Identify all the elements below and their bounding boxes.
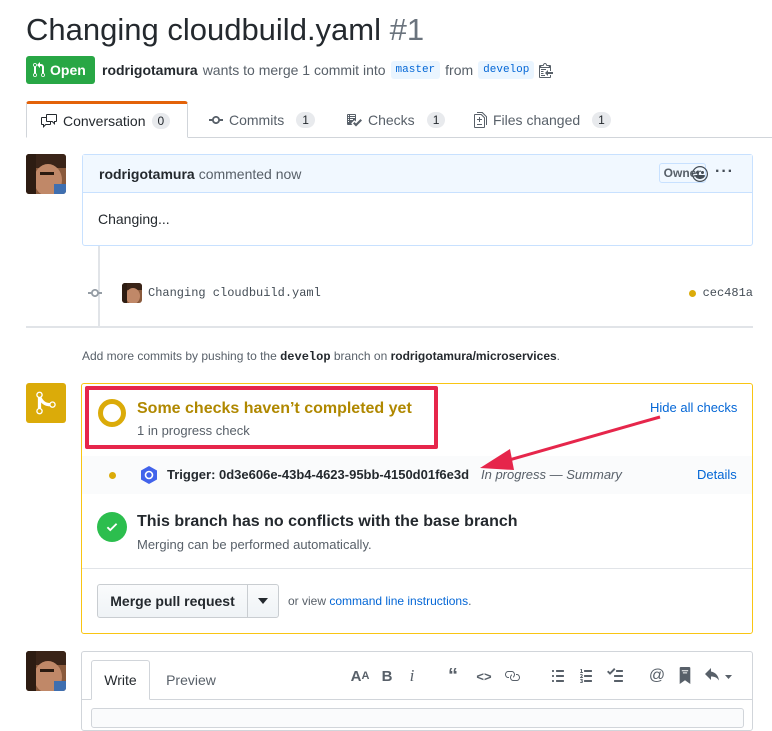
merge-summary: rodrigotamura wants to merge 1 commit in…: [102, 61, 554, 79]
push-hint-prefix: Add more commits by pushing to the: [82, 349, 277, 363]
cli-hint: or view command line instructions.: [288, 594, 471, 608]
annotation-arrow-icon: [480, 415, 661, 470]
task-list-icon[interactable]: [606, 668, 624, 684]
pr-author-link[interactable]: rodrigotamura: [102, 62, 198, 78]
comment-body: Changing...: [98, 211, 170, 227]
git-commit-icon: [88, 289, 102, 297]
merge-box-divider: [82, 568, 752, 569]
italic-icon[interactable]: i: [405, 666, 419, 686]
avatar[interactable]: [26, 154, 66, 194]
current-user-avatar[interactable]: [26, 651, 66, 691]
commit-row: Changing cloudbuild.yaml cec481a: [88, 282, 753, 304]
cli-instructions-link[interactable]: command line instructions: [329, 594, 468, 608]
push-hint: Add more commits by pushing to the devel…: [82, 349, 560, 364]
ordered-list-icon[interactable]: [579, 668, 594, 684]
cloud-build-icon: [141, 466, 157, 484]
preview-tab[interactable]: Preview: [156, 660, 226, 700]
conflicts-title: This branch has no conflicts with the ba…: [137, 513, 518, 530]
tab-files-changed[interactable]: Files changed 1: [460, 101, 625, 138]
merge-status-icon: [26, 383, 66, 423]
commit-sha[interactable]: cec481a: [703, 286, 753, 300]
merge-text: wants to merge 1 commit into: [202, 62, 386, 78]
success-status-icon: [97, 512, 127, 542]
pr-number: #1: [389, 12, 425, 47]
comment-header: rodrigotamura commented now: [83, 155, 752, 193]
cli-hint-suffix: .: [468, 594, 472, 608]
annotation-highlight-box: [85, 386, 438, 449]
code-icon[interactable]: <>: [474, 666, 494, 686]
unordered-list-icon[interactable]: [551, 668, 565, 684]
base-branch[interactable]: master: [390, 61, 441, 79]
push-hint-suffix: .: [556, 349, 561, 363]
comment-box: rodrigotamura commented now Owner ··· Ch…: [82, 154, 753, 246]
push-hint-branch: develop: [280, 350, 331, 364]
avatar-image: [26, 651, 66, 691]
timeline-divider: [26, 326, 753, 328]
push-hint-repo[interactable]: rodrigotamura/microservices: [391, 349, 557, 363]
pr-title: Changing cloudbuild.yaml #1: [26, 12, 424, 48]
head-branch[interactable]: develop: [478, 61, 535, 79]
tab-commits-label: Commits: [229, 111, 285, 128]
tab-conversation-label: Conversation: [63, 112, 146, 129]
commit-status-dot[interactable]: [688, 289, 696, 297]
push-hint-middle: branch on: [333, 349, 388, 363]
pull-request-icon: [33, 62, 45, 78]
tab-conversation[interactable]: Conversation 0: [26, 101, 188, 138]
conflicts-subtitle: Merging can be performed automatically.: [137, 537, 372, 552]
state-badge: Open: [26, 56, 95, 84]
check-item-name: Trigger: 0d3e606e-43b4-4623-95bb-4150d01…: [167, 467, 470, 482]
avatar-image: [26, 154, 66, 194]
reply-dropdown-icon[interactable]: [705, 668, 733, 684]
link-icon[interactable]: [503, 668, 521, 684]
merge-method-dropdown[interactable]: [247, 584, 279, 618]
check-details-link[interactable]: Details: [697, 467, 737, 482]
tab-conversation-count: 0: [151, 112, 171, 129]
write-tab[interactable]: Write: [91, 660, 150, 700]
quote-icon[interactable]: “: [444, 665, 462, 687]
file-diff-icon: [474, 111, 487, 128]
comment-textarea[interactable]: [91, 708, 744, 728]
commit-avatar-image: [122, 283, 142, 303]
tab-files-changed-label: Files changed: [493, 111, 581, 128]
text-size-icon[interactable]: AA: [350, 666, 370, 686]
comment-author[interactable]: rodrigotamura: [99, 166, 195, 182]
tab-commits-count: 1: [296, 111, 315, 128]
bold-icon[interactable]: B: [380, 666, 394, 686]
tab-checks-count: 1: [426, 111, 446, 128]
git-merge-icon: [36, 391, 56, 415]
check-icon: [106, 523, 118, 532]
pr-title-text: Changing cloudbuild.yaml: [26, 12, 382, 47]
from-text: from: [445, 62, 474, 78]
check-pending-dot: [109, 472, 116, 479]
state-label: Open: [50, 62, 86, 78]
cli-hint-prefix: or view: [288, 594, 327, 608]
tab-checks[interactable]: Checks 1: [332, 101, 459, 138]
tab-files-changed-count: 1: [592, 111, 611, 128]
merge-pull-request-button[interactable]: Merge pull request: [97, 584, 248, 618]
tab-checks-label: Checks: [368, 111, 415, 128]
saved-reply-icon[interactable]: [678, 667, 692, 684]
commit-avatar[interactable]: [122, 283, 142, 303]
comment-timestamp: commented now: [198, 165, 302, 182]
commit-message[interactable]: Changing cloudbuild.yaml: [148, 286, 321, 300]
emoji-reaction-icon[interactable]: [692, 166, 708, 182]
more-options-icon[interactable]: ···: [715, 163, 734, 181]
triangle-down-icon: [258, 598, 268, 604]
checklist-icon: [347, 113, 362, 126]
clipboard-icon[interactable]: [539, 62, 554, 78]
tab-commits[interactable]: Commits 1: [195, 101, 329, 138]
comment-discussion-icon: [41, 113, 57, 128]
mention-icon[interactable]: @: [648, 666, 666, 686]
git-commit-icon: [209, 115, 223, 124]
